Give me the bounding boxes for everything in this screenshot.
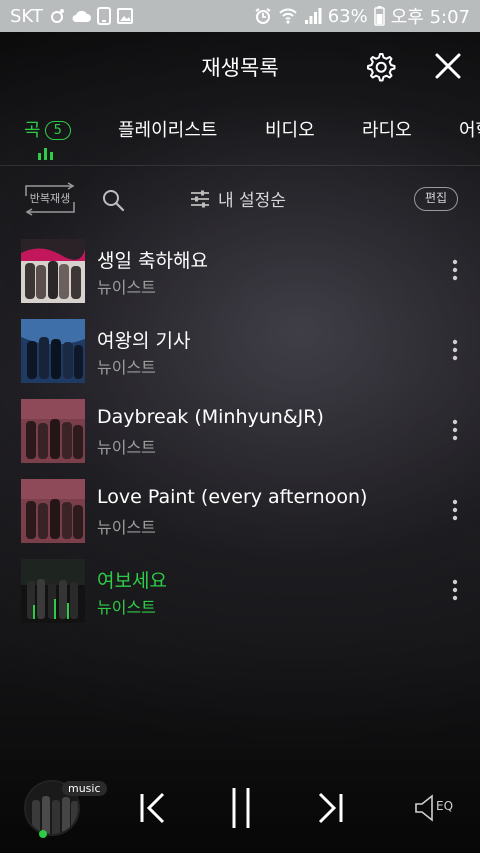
eq-button[interactable]: EQ [414,793,458,823]
cloud-icon [71,9,91,23]
header: 재생목록 [0,32,480,98]
more-vertical-icon [452,499,458,521]
repeat-label: 반복재생 [29,192,71,205]
tab-playlist[interactable]: 플레이리스트 [118,116,217,142]
close-icon [435,53,461,79]
progress-indicator [39,830,47,838]
repeat-button[interactable]: 반복재생 [22,182,78,216]
album-art [21,319,85,383]
tab-radio[interactable]: 라디오 [362,116,412,142]
carrier-label: SKT [10,5,43,27]
list-item[interactable]: 생일 축하해요 뉴이스트 [0,234,480,314]
tab-video[interactable]: 비디오 [265,116,315,142]
previous-button[interactable] [137,790,169,826]
song-title: Love Paint (every afternoon) [97,486,368,508]
more-options-button[interactable] [448,258,462,282]
status-bar: SKT 63% 오후 5:07 [0,0,480,32]
settings-button[interactable] [364,50,396,82]
edit-button[interactable]: 편집 [414,187,458,211]
more-vertical-icon [452,419,458,441]
song-artist: 뉴이스트 [97,518,156,537]
clock: 오후 5:07 [390,7,470,28]
sort-sliders-icon [191,190,209,207]
pause-button[interactable] [226,786,256,830]
more-options-button[interactable] [448,498,462,522]
sort-button[interactable]: 내 설정순 [190,186,286,211]
wifi-icon [278,7,298,25]
more-options-button[interactable] [448,418,462,442]
list-item[interactable]: Daybreak (Minhyun&JR) 뉴이스트 [0,394,480,474]
tab-songs[interactable]: 곡5 [24,116,71,142]
album-art [21,559,85,623]
eq-label: EQ [436,799,454,813]
list-item[interactable]: 여왕의 기사 뉴이스트 [0,314,480,394]
album-art [21,239,85,303]
more-vertical-icon [452,259,458,281]
album-art [21,399,85,463]
song-title: 생일 축하해요 [97,250,208,272]
pause-icon [232,788,250,828]
search-icon [103,190,125,212]
song-count-badge: 5 [44,121,71,140]
album-art [21,479,85,543]
battery-icon [373,6,385,26]
more-vertical-icon [452,339,458,361]
more-options-button[interactable] [448,578,462,602]
tab-songs-label: 곡 [24,120,41,141]
tab-bar: 곡5 플레이리스트 비디오 라디오 어학 [0,98,480,166]
song-artist: 뉴이스트 [97,598,156,617]
previous-icon [140,792,165,824]
song-title: 여왕의 기사 [97,330,191,352]
image-icon [116,8,133,24]
next-button[interactable] [314,790,346,826]
signal-icon [304,7,322,25]
tab-language[interactable]: 어학 [459,116,480,142]
list-item[interactable]: Love Paint (every afternoon) 뉴이스트 [0,474,480,554]
song-title: 여보세요 [97,570,167,592]
battery-percent: 63% [327,5,368,27]
song-artist: 뉴이스트 [97,358,156,377]
song-artist: 뉴이스트 [97,278,156,297]
close-button[interactable] [432,50,464,82]
more-vertical-icon [452,579,458,601]
more-options-button[interactable] [448,338,462,362]
next-icon [318,792,343,824]
search-button[interactable] [101,188,125,212]
phone-icon [96,7,111,25]
gear-icon [367,53,396,82]
player-bar: music EQ [0,760,480,853]
sort-label: 내 설정순 [218,191,286,211]
list-toolbar: 반복재생 내 설정순 편집 [0,166,480,234]
now-playing-eq-icon [38,148,53,160]
list-item-now-playing[interactable]: 여보세요 뉴이스트 [0,554,480,634]
music-tag: music [62,781,107,796]
app-notification-icon [49,8,65,24]
song-artist: 뉴이스트 [97,438,156,457]
song-title: Daybreak (Minhyun&JR) [97,406,324,428]
page-title: 재생목록 [201,56,279,80]
song-list: 생일 축하해요 뉴이스트 여왕의 기사 뉴이스트 Daybreak (Minhy… [0,234,480,634]
alarm-icon [254,7,272,25]
